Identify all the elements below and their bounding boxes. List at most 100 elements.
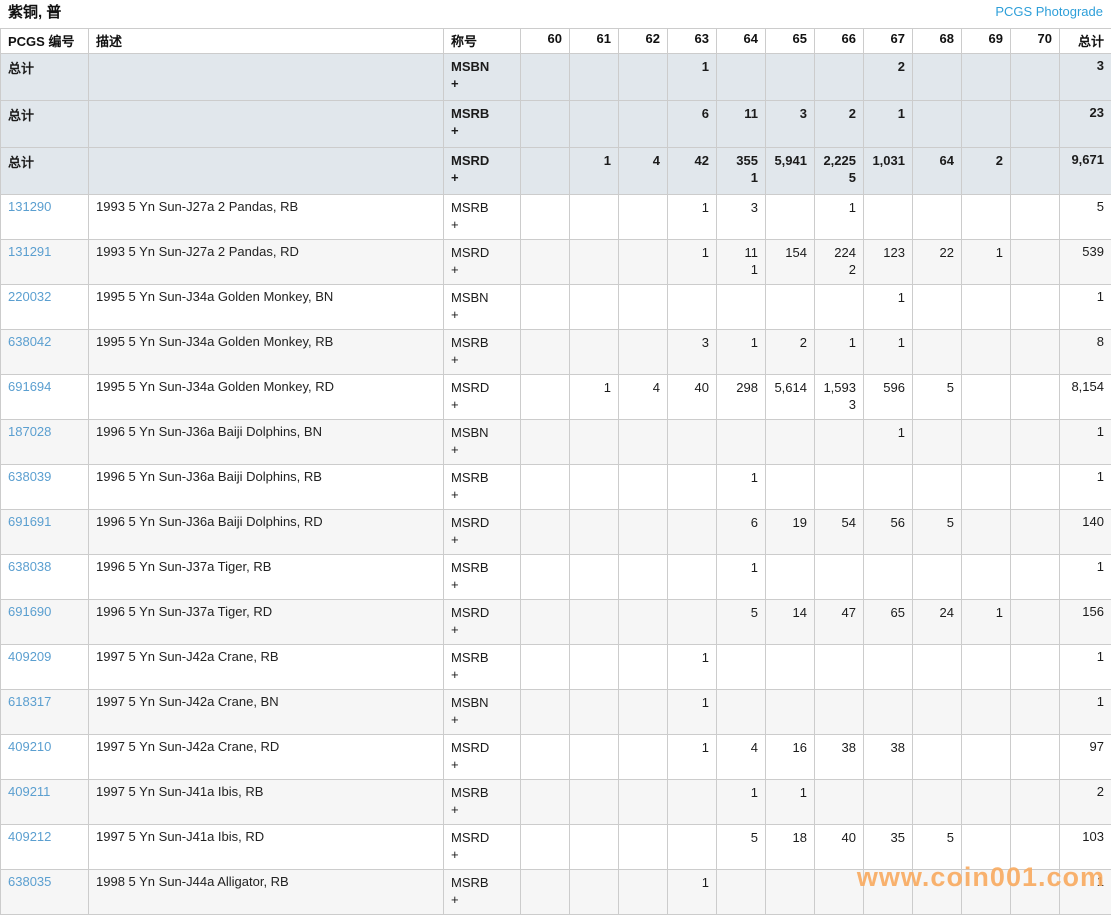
grade-70-count-cell	[1011, 465, 1060, 510]
designation-label: MSBN	[451, 424, 513, 441]
grade-61-count-cell	[570, 555, 619, 600]
grade-69-count-cell	[962, 195, 1011, 240]
grade-70-count-cell	[1011, 375, 1060, 420]
grade-70-count-cell	[1011, 195, 1060, 240]
pcgs-number-link[interactable]: 409210	[8, 739, 51, 754]
grade-61-count-cell	[570, 54, 619, 101]
grade-67-count-cell: 123	[864, 240, 913, 285]
designation-label: MSRB	[451, 199, 513, 216]
grade-69-count-cell	[962, 465, 1011, 510]
pcgs-number-link[interactable]: 131290	[8, 199, 51, 214]
designation-cell: MSRD+	[444, 510, 521, 555]
column-header-pcgs-number: PCGS 编号	[1, 29, 89, 54]
pcgs-number-link[interactable]: 409212	[8, 829, 51, 844]
column-header-grade-66: 66	[815, 29, 864, 54]
grade-count: 5	[920, 379, 954, 396]
total-cell: 539	[1060, 240, 1111, 285]
grade-62-count-cell	[619, 101, 668, 148]
designation-plus-label: +	[451, 122, 513, 139]
grade-count: 11	[724, 244, 758, 261]
grade-plus-count: 1	[724, 169, 758, 186]
grade-68-count-cell: 24	[913, 600, 962, 645]
grade-70-count-cell	[1011, 285, 1060, 330]
grade-65-count-cell: 19	[766, 510, 815, 555]
grade-68-count-cell	[913, 645, 962, 690]
pcgs-number-link[interactable]: 618317	[8, 694, 51, 709]
designation-label: MSRD	[451, 379, 513, 396]
designation-plus-label: +	[451, 756, 513, 773]
grade-70-count-cell	[1011, 101, 1060, 148]
pcgs-number-link[interactable]: 131291	[8, 244, 51, 259]
grade-64-count-cell: 1	[717, 780, 766, 825]
designation-cell: MSBN+	[444, 285, 521, 330]
grade-64-count-cell: 3551	[717, 148, 766, 195]
grade-67-count-cell: 1	[864, 101, 913, 148]
grade-count: 1,593	[822, 379, 856, 396]
description-cell: 1997 5 Yn Sun-J41a Ibis, RD	[89, 825, 444, 870]
grade-69-count-cell	[962, 54, 1011, 101]
designation-cell: MSRD+	[444, 240, 521, 285]
grade-67-count-cell: 1,031	[864, 148, 913, 195]
designation-label: MSBN	[451, 289, 513, 306]
grade-60-count-cell	[521, 510, 570, 555]
top-bar: 紫铜, 普 PCGS Photograde	[0, 0, 1111, 28]
pcgs-number-link[interactable]: 691690	[8, 604, 51, 619]
total-cell: 97	[1060, 735, 1111, 780]
total-cell: 5	[1060, 195, 1111, 240]
designation-plus-label: +	[451, 891, 513, 908]
designation-plus-label: +	[451, 576, 513, 593]
page-title: 紫铜, 普	[8, 5, 61, 22]
pcgs-number-link[interactable]: 187028	[8, 424, 51, 439]
grade-61-count-cell	[570, 735, 619, 780]
grade-65-count-cell: 154	[766, 240, 815, 285]
grade-count: 40	[675, 379, 709, 396]
pcgs-number-link[interactable]: 691694	[8, 379, 51, 394]
pcgs-number-link[interactable]: 409209	[8, 649, 51, 664]
grade-count: 4	[724, 739, 758, 756]
table-row: 6380391996 5 Yn Sun-J36a Baiji Dolphins,…	[1, 465, 1111, 510]
pcgs-photograde-link[interactable]: PCGS Photograde	[995, 5, 1103, 19]
grade-62-count-cell	[619, 510, 668, 555]
pcgs-number-link[interactable]: 638038	[8, 559, 51, 574]
grade-65-count-cell	[766, 555, 815, 600]
pcgs-number-cell: 总计	[1, 54, 89, 101]
column-header-grade-64: 64	[717, 29, 766, 54]
total-cell: 3	[1060, 54, 1111, 101]
total-cell: 1	[1060, 645, 1111, 690]
pcgs-number-link[interactable]: 638042	[8, 334, 51, 349]
grade-61-count-cell: 1	[570, 148, 619, 195]
pcgs-number-link[interactable]: 691691	[8, 514, 51, 529]
table-row: 6380421995 5 Yn Sun-J34a Golden Monkey, …	[1, 330, 1111, 375]
pcgs-number-link[interactable]: 638039	[8, 469, 51, 484]
pcgs-number-cell: 409211	[1, 780, 89, 825]
grade-64-count-cell	[717, 54, 766, 101]
grade-64-count-cell	[717, 420, 766, 465]
pcgs-number-cell: 409210	[1, 735, 89, 780]
grade-65-count-cell	[766, 285, 815, 330]
grade-count: 2	[969, 152, 1003, 169]
pcgs-number-cell: 638038	[1, 555, 89, 600]
pcgs-number-link[interactable]: 220032	[8, 289, 51, 304]
grade-63-count-cell: 1	[668, 54, 717, 101]
grade-60-count-cell	[521, 600, 570, 645]
grade-68-count-cell: 5	[913, 510, 962, 555]
grade-62-count-cell	[619, 645, 668, 690]
description-cell: 1996 5 Yn Sun-J36a Baiji Dolphins, BN	[89, 420, 444, 465]
grade-69-count-cell	[962, 330, 1011, 375]
designation-label: MSBN	[451, 58, 513, 75]
grade-68-count-cell	[913, 690, 962, 735]
grade-plus-count: 5	[822, 169, 856, 186]
grade-count: 1	[675, 694, 709, 711]
grade-69-count-cell	[962, 101, 1011, 148]
summary-row: 总计MSRD+144235515,9412,22551,0316429,671	[1, 148, 1111, 195]
pcgs-number-link[interactable]: 409211	[8, 784, 50, 799]
grade-62-count-cell	[619, 420, 668, 465]
grade-count: 6	[724, 514, 758, 531]
grade-62-count-cell	[619, 780, 668, 825]
pcgs-number-link[interactable]: 638035	[8, 874, 51, 889]
designation-label: MSRB	[451, 334, 513, 351]
table-header-row: PCGS 编号描述称号6061626364656667686970总计	[1, 29, 1111, 54]
grade-65-count-cell: 5,941	[766, 148, 815, 195]
grade-count: 355	[724, 152, 758, 169]
grade-count: 5	[920, 514, 954, 531]
